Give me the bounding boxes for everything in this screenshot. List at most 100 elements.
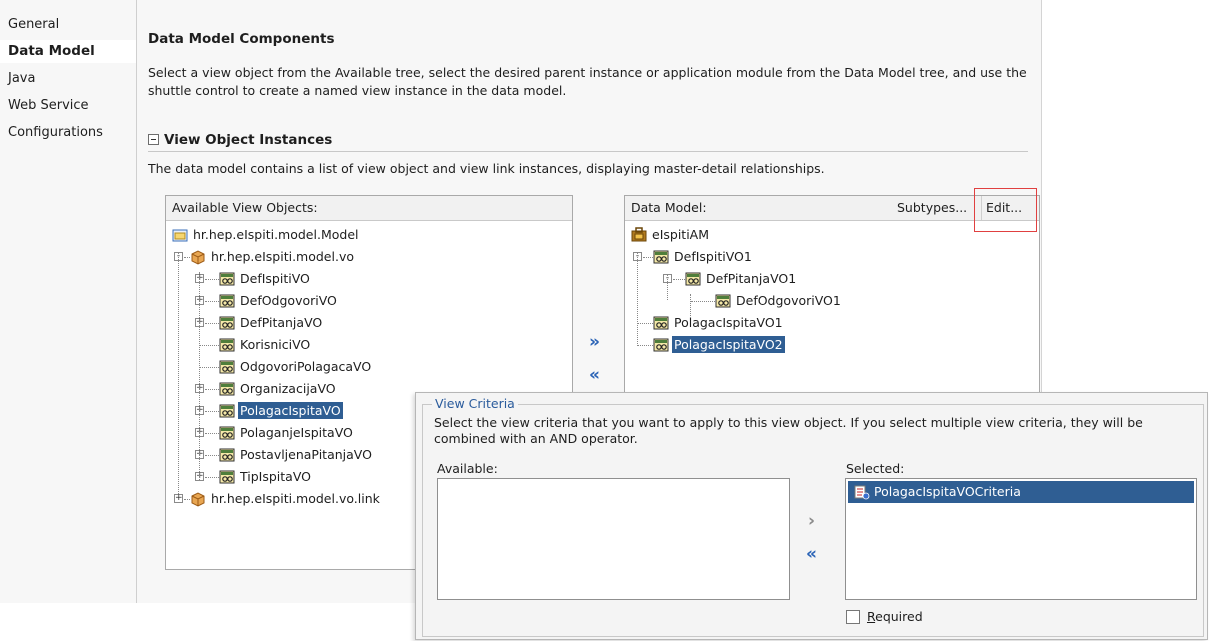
page-description: Select a view object from the Available … [148,65,1027,98]
subtypes-button[interactable]: Subtypes... [897,196,967,220]
datamodel-tree-row[interactable]: DefOdgovoriVO1 [625,290,1039,312]
section-title: View Object Instances [164,132,333,148]
shuttle-add-button[interactable]: » [589,332,600,352]
tree-connector [667,274,668,300]
tree-item-label: PolagacIspitaVO2 [672,336,785,353]
tree-item-text: DefOdgovoriVO1 [734,290,843,312]
available-tree-row[interactable]: + DefIspitiVO [166,268,572,290]
nav-item-java[interactable]: Java [0,67,136,90]
tree-item-text: DefIspitiVO [238,268,312,290]
tree-connector [205,389,219,390]
available-tree-row[interactable]: + DefOdgovoriVO [166,290,572,312]
tree-item-text: OrganizacijaVO [238,378,338,400]
settings-nav: General Data Model Java Web Service Conf… [0,0,137,603]
tree-connector [205,455,219,456]
tree-item-text: PostavljenaPitanjaVO [238,444,374,466]
tree-item-label: hr.hep.eIspiti.model.vo.link [211,491,380,506]
datamodel-tree-row[interactable]: - DefPitanjaVO1 [625,268,1039,290]
view-object-icon [685,271,701,287]
selected-criteria-label-text: PolagacIspitaVOCriteria [874,484,1021,499]
section-description: The data model contains a list of view o… [148,161,825,176]
tree-connector [690,294,691,316]
tree-item-text: hr.hep.eIspiti.model.Model [191,224,360,246]
view-criteria-icon [854,485,870,500]
tree-connector [205,477,219,478]
available-criteria-list[interactable] [437,478,790,600]
tree-item-label: hr.hep.eIspiti.model.vo [211,249,354,264]
data-model-tree: eIspitiAM - DefIspitiVO1- DefPitanjaVO1 DefO… [625,222,1039,404]
view-criteria-dialog: View Criteria Select the view criteria t… [415,392,1208,640]
view-criteria-description: Select the view criteria that you want t… [434,415,1143,446]
expand-icon[interactable]: + [174,494,183,503]
tree-item-text: PolagacIspitaVO2 [672,334,785,356]
tree-item-text: PolagacIspitaVO [238,400,343,422]
section-header[interactable]: View Object Instances [148,132,1028,152]
available-tree-row[interactable]: + DefPitanjaVO [166,312,572,334]
tree-item-label: TipIspitaVO [240,469,311,484]
tree-connector [637,252,638,344]
view-object-icon [219,337,235,353]
available-tree-row[interactable]: hr.hep.eIspiti.model.Model [166,224,572,246]
nav-item-configurations[interactable]: Configurations [0,121,136,144]
nav-item-data-model[interactable]: Data Model [0,40,136,63]
nav-item-general[interactable]: General [0,13,136,36]
required-label[interactable]: Required [867,609,923,624]
shuttle-remove-button[interactable]: « [589,365,600,385]
view-object-icon [715,293,731,309]
tree-item-label: OrganizacijaVO [240,381,336,396]
tree-item-label: PostavljenaPitanjaVO [240,447,372,462]
edit-highlight-annotation [974,188,1037,232]
tree-connector [200,367,219,368]
available-criteria-label: Available: [437,461,498,476]
tree-connector [178,252,179,494]
datamodel-tree-row[interactable]: PolagacIspitaVO1 [625,312,1039,334]
available-panel-header: Available View Objects: [166,196,572,221]
tree-connector [637,323,653,324]
tree-item-label: PolagacIspitaVO [238,402,343,419]
view-object-icon [653,337,669,353]
tree-connector [637,345,653,346]
tree-item-text: DefPitanjaVO1 [704,268,798,290]
package-icon [190,491,206,507]
view-object-icon [219,425,235,441]
criteria-add-button[interactable]: › [808,511,815,531]
tree-item-text: KorisniciVO [238,334,312,356]
available-tree-row[interactable]: KorisniciVO [166,334,572,356]
tree-item-label: KorisniciVO [240,337,311,352]
tree-item-text: TipIspitaVO [238,466,313,488]
datamodel-tree-row[interactable]: - DefIspitiVO1 [625,246,1039,268]
data-model-header-label: Data Model: [631,200,707,215]
tree-item-text: OdgovoriPolagacaVO [238,356,373,378]
nav-item-web-service[interactable]: Web Service [0,94,136,117]
page-title: Data Model Components [148,31,335,47]
collapse-toggle-icon[interactable] [148,134,159,145]
required-mnemonic: R [867,609,876,624]
required-checkbox[interactable] [846,610,860,624]
view-object-icon [219,271,235,287]
criteria-remove-button[interactable]: « [806,544,817,564]
tree-connector [200,345,219,346]
available-tree-row[interactable]: - hr.hep.eIspiti.model.vo [166,246,572,268]
tree-item-label: hr.hep.eIspiti.model.Model [193,227,359,242]
selected-criteria-list[interactable]: PolagacIspitaVOCriteria [845,478,1197,600]
tree-connector [643,257,653,258]
tree-item-text: DefOdgovoriVO [238,290,339,312]
tree-connector [691,301,715,302]
tree-item-text: PolagacIspitaVO1 [672,312,785,334]
tree-connector [205,411,219,412]
tree-item-label: DefIspitiVO [240,271,310,286]
tree-item-label: PolagacIspitaVO1 [674,315,783,330]
datamodel-tree-row[interactable]: PolagacIspitaVO2 [625,334,1039,356]
required-label-rest: equired [875,609,923,624]
tree-connector [673,279,685,280]
tree-item-text: PolaganjeIspitaVO [238,422,355,444]
tree-item-label: DefPitanjaVO [240,315,323,330]
available-tree-row[interactable]: OdgovoriPolagacaVO [166,356,572,378]
view-object-icon [219,315,235,331]
tree-item-text: DefIspitiVO1 [672,246,754,268]
tree-item-label: DefOdgovoriVO1 [736,293,841,308]
selected-criteria-item[interactable]: PolagacIspitaVOCriteria [848,481,1194,503]
view-object-icon [653,315,669,331]
tree-item-label: eIspitiAM [652,227,710,242]
tree-connector [199,272,200,480]
